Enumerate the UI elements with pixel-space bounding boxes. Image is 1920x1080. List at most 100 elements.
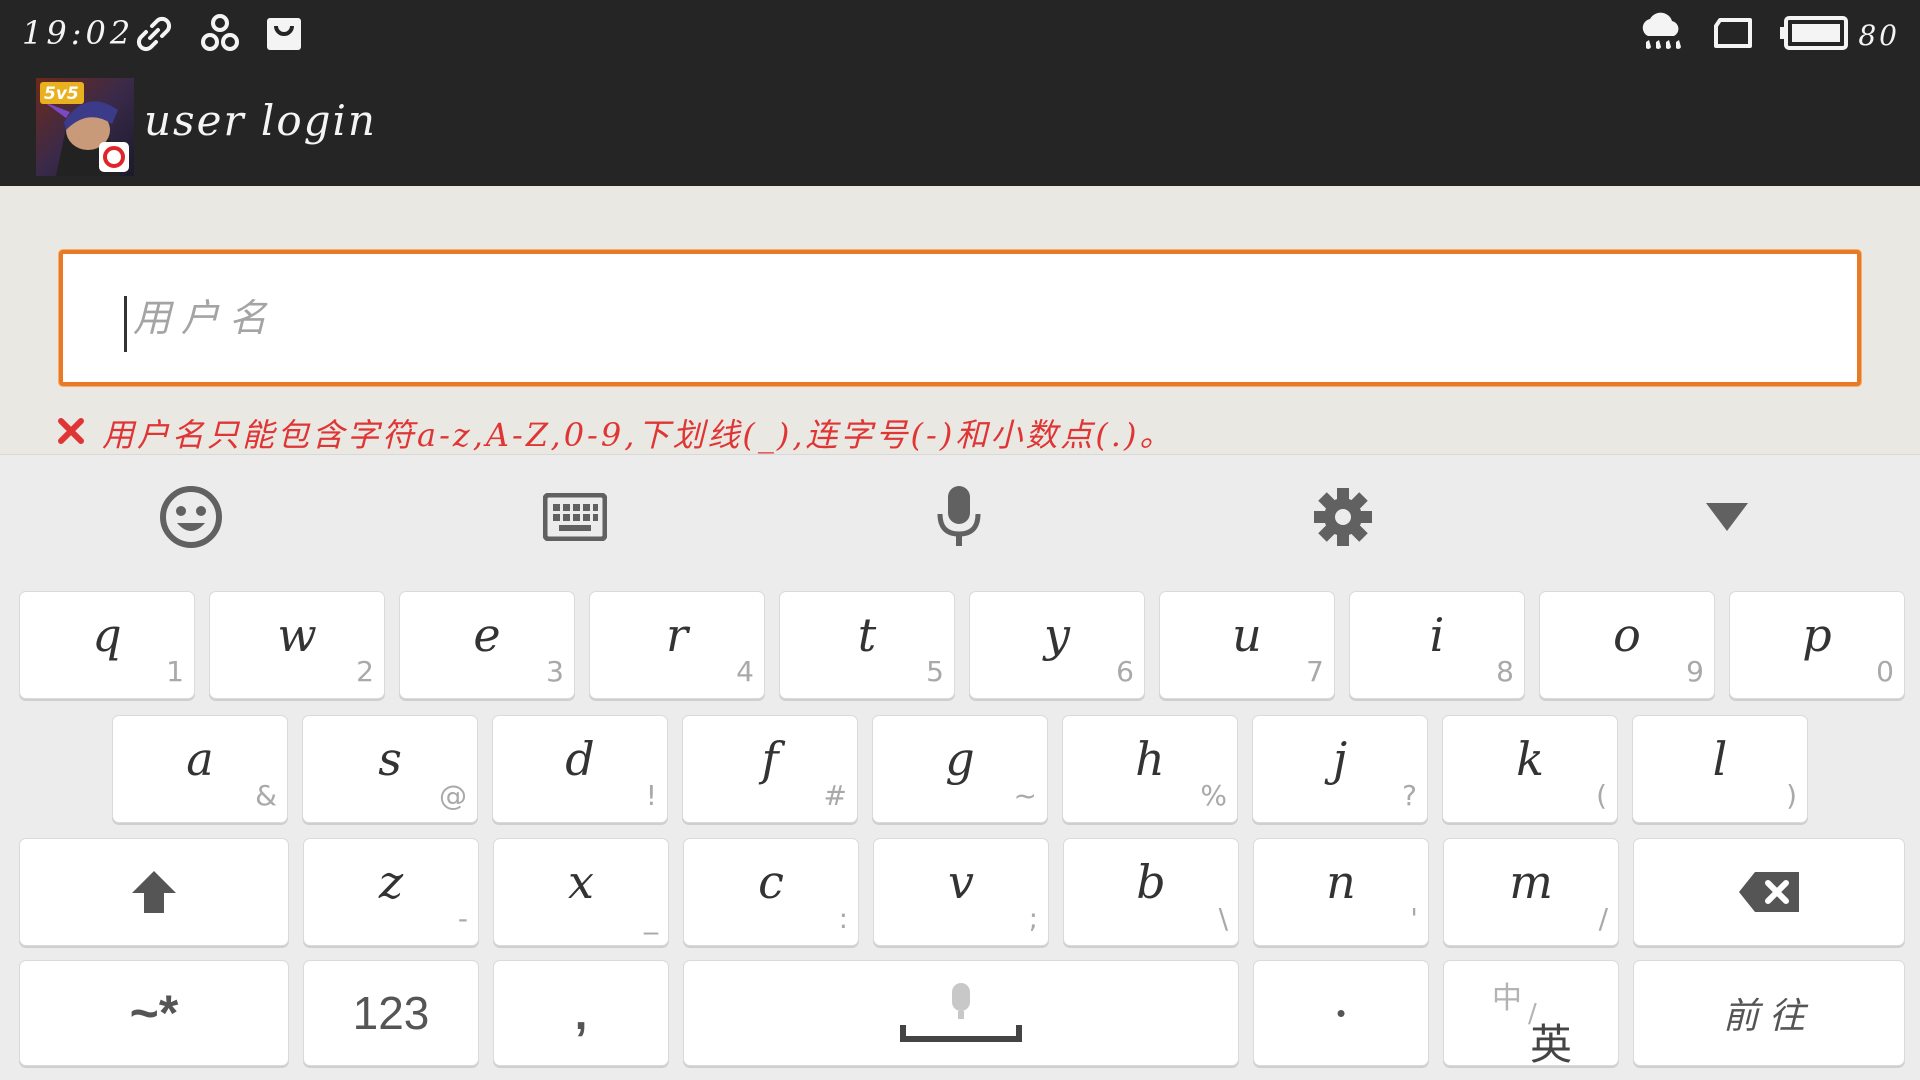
key-g[interactable]: g ~	[872, 715, 1048, 823]
key-x[interactable]: x _	[493, 838, 669, 946]
key-y[interactable]: y6	[969, 591, 1145, 699]
key-main-label: r	[666, 608, 688, 662]
key-m[interactable]: m /	[1443, 838, 1619, 946]
key-sub-label: ~	[1013, 779, 1037, 812]
key-sub-label: #	[823, 779, 847, 812]
key-sub-label: !	[645, 779, 657, 812]
shift-key[interactable]	[19, 838, 289, 946]
backspace-icon	[1634, 839, 1904, 945]
key-sub-label: :	[838, 902, 848, 935]
keyboard-toolbar	[0, 455, 1920, 571]
key-f[interactable]: f #	[682, 715, 858, 823]
key-sub-label: %	[1200, 779, 1227, 812]
key-main-label: y	[1044, 608, 1070, 662]
key-main-label: t	[857, 608, 877, 662]
key-main-label: j	[1332, 732, 1348, 786]
key-main-label: x	[568, 855, 594, 909]
key-main-label: v	[948, 855, 974, 909]
comma-key[interactable]: ,	[493, 960, 669, 1066]
key-w[interactable]: w2	[209, 591, 385, 699]
key-main-label: i	[1429, 608, 1445, 662]
key-main-label: k	[1516, 732, 1544, 786]
key-q[interactable]: q1	[19, 591, 195, 699]
key-sub-label: )	[1786, 779, 1797, 812]
status-time: 19:02	[22, 14, 135, 52]
app-icon-badge: 5v5	[44, 84, 79, 104]
key-sub-label: 4	[736, 655, 754, 688]
go-label: 前往	[1722, 996, 1815, 1037]
cluster-icon	[198, 12, 242, 60]
key-main-label: u	[1232, 608, 1262, 662]
key-r[interactable]: r4	[589, 591, 765, 699]
lang-en-label: 英	[1530, 1020, 1573, 1069]
error-message: 用户名只能包含字符a-z,A-Z,0-9,下划线(_),连字号(-)和小数点(.…	[102, 416, 1175, 454]
battery-level: 80	[1858, 18, 1900, 52]
username-input[interactable]	[133, 282, 1733, 354]
key-main-label: n	[1326, 855, 1356, 909]
username-field[interactable]	[59, 250, 1861, 386]
key-sub-label: 5	[926, 655, 944, 688]
key-j[interactable]: j?	[1252, 715, 1428, 823]
rain-cloud-icon	[1636, 10, 1686, 60]
key-v[interactable]: v;	[873, 838, 1049, 946]
key-e[interactable]: e3	[399, 591, 575, 699]
key-sub-label: \	[1218, 902, 1228, 935]
key-h[interactable]: h%	[1062, 715, 1238, 823]
key-sub-label: _	[644, 902, 658, 935]
login-area: 用户名只能包含字符a-z,A-Z,0-9,下划线(_),连字号(-)和小数点(.…	[0, 186, 1920, 454]
key-main-label: l	[1712, 732, 1728, 786]
key-main-label: d	[565, 732, 595, 786]
period-key[interactable]: •	[1253, 960, 1429, 1066]
key-u[interactable]: u7	[1159, 591, 1335, 699]
key-sub-label: 6	[1116, 655, 1134, 688]
status-bar: 19:02 80	[0, 0, 1920, 70]
collapse-triangle-icon[interactable]	[1693, 483, 1761, 551]
key-sub-label: (	[1596, 779, 1607, 812]
battery-icon	[1780, 15, 1850, 55]
key-sub-label: /	[1598, 902, 1608, 935]
key-i[interactable]: i8	[1349, 591, 1525, 699]
key-n[interactable]: n '	[1253, 838, 1429, 946]
key-main-label: g	[945, 732, 975, 786]
key-main-label: h	[1135, 732, 1165, 786]
symbols-label: ~*	[129, 985, 179, 1041]
comma-label: ,	[574, 987, 588, 1039]
keyboard-icon[interactable]	[541, 483, 609, 551]
key-z[interactable]: z-	[303, 838, 479, 946]
key-t[interactable]: t5	[779, 591, 955, 699]
key-sub-label: 3	[546, 655, 564, 688]
key-sub-label: 9	[1686, 655, 1704, 688]
key-k[interactable]: k(	[1442, 715, 1618, 823]
space-key[interactable]	[683, 960, 1239, 1066]
text-caret	[124, 296, 127, 352]
symbols-key[interactable]: ~*	[19, 960, 289, 1066]
key-sub-label: @	[439, 779, 467, 812]
key-sub-label: 7	[1306, 655, 1324, 688]
key-main-label: o	[1613, 608, 1641, 662]
go-key[interactable]: 前往	[1633, 960, 1905, 1066]
settings-gear-icon[interactable]	[1309, 483, 1377, 551]
numbers-label: 123	[352, 987, 430, 1039]
key-s[interactable]: s @	[302, 715, 478, 823]
key-a[interactable]: a &	[112, 715, 288, 823]
key-b[interactable]: b \	[1063, 838, 1239, 946]
key-main-label: z	[378, 855, 404, 909]
emoji-icon[interactable]	[157, 483, 225, 551]
key-o[interactable]: o9	[1539, 591, 1715, 699]
microphone-icon[interactable]	[925, 483, 993, 551]
key-main-label: s	[378, 732, 402, 786]
numbers-key[interactable]: 123	[303, 960, 479, 1066]
language-switch-key[interactable]: 中 / 英	[1443, 960, 1619, 1069]
key-main-label: e	[473, 608, 501, 662]
key-l[interactable]: l)	[1632, 715, 1808, 823]
game-app-icon[interactable]: 5v5	[36, 78, 134, 176]
key-main-label: p	[1802, 608, 1832, 662]
key-p[interactable]: p0	[1729, 591, 1905, 699]
backspace-key[interactable]	[1633, 838, 1905, 946]
key-sub-label: 0	[1876, 655, 1894, 688]
status-left-icons	[132, 12, 304, 60]
key-d[interactable]: d!	[492, 715, 668, 823]
status-right-icons: 80	[1636, 10, 1900, 60]
soft-keyboard: q 1 w 2 e 3 r 4 t 5 y 6 u 7 i 8 o 9 p 0 a & s @ d! f # g ~ h% j? k(l) z -…	[0, 454, 1920, 1080]
key-c[interactable]: c:	[683, 838, 859, 946]
